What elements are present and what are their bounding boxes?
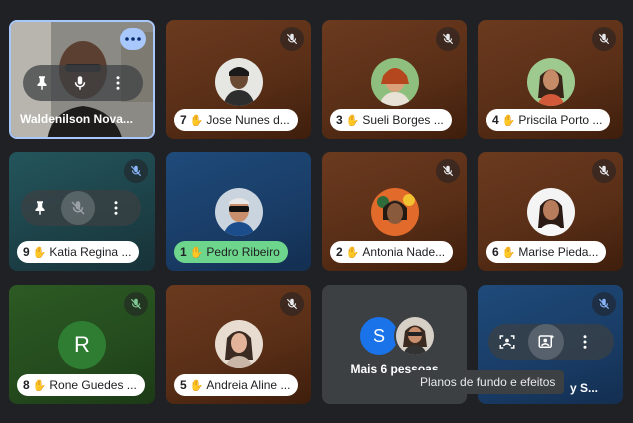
avatar: [526, 188, 575, 236]
name-label: 6 ✋ Marise Pieda...: [486, 241, 607, 263]
participant-name: Antonia Nade...: [362, 245, 446, 259]
participant-number: 9: [23, 245, 30, 259]
tile-pedro[interactable]: 1 ✋ Pedro Ribeiro: [166, 152, 311, 271]
mic-off-icon: [592, 292, 616, 316]
participant-name: Priscila Porto ...: [518, 113, 603, 127]
name-label: 5 ✋ Andreia Aline ...: [174, 374, 299, 396]
mic-off-icon: [280, 292, 304, 316]
name-label: 1 ✋ Pedro Ribeiro: [174, 241, 288, 263]
raised-hand-icon: ✋: [32, 379, 47, 392]
tile-self[interactable]: Waldenilson Nova...: [9, 20, 155, 139]
participant-name: Waldenilson Nova...: [20, 112, 133, 126]
participant-number: 3: [336, 113, 343, 127]
mic-off-icon: [124, 292, 148, 316]
participant-number: 7: [180, 113, 187, 127]
participant-name: Pedro Ribeiro: [206, 245, 280, 259]
name-label: 4 ✋ Priscila Porto ...: [486, 109, 611, 131]
tile-rone[interactable]: R 8 ✋ Rone Guedes ...: [9, 285, 155, 404]
raised-hand-icon: ✋: [345, 114, 360, 127]
participant-name: Andreia Aline ...: [206, 378, 291, 392]
raised-hand-icon: ✋: [501, 246, 516, 259]
name-label: 7 ✋ Jose Nunes d...: [174, 109, 298, 131]
participant-name: Jose Nunes d...: [206, 113, 290, 127]
tooltip: Planos de fundo e efeitos: [411, 370, 565, 394]
mic-off-icon: [124, 159, 148, 183]
avatar: [370, 58, 419, 106]
mute-participant-icon[interactable]: [61, 191, 95, 225]
tile-controls: [21, 190, 141, 226]
tile-katia[interactable]: 9 ✋ Katia Regina ...: [9, 152, 155, 271]
tile-andreia[interactable]: 5 ✋ Andreia Aline ...: [166, 285, 311, 404]
participant-name: Rone Guedes ...: [49, 378, 137, 392]
raised-hand-icon: ✋: [501, 114, 516, 127]
more-vert-icon[interactable]: [566, 324, 604, 360]
avatar: [394, 315, 436, 357]
name-label: 3 ✋ Sueli Borges ...: [330, 109, 452, 131]
avatar: [214, 320, 263, 368]
avatar: [370, 188, 419, 236]
tile-antonia[interactable]: 2 ✋ Antonia Nade...: [322, 152, 467, 271]
more-options-icon[interactable]: [120, 28, 146, 50]
participant-number: 1: [180, 245, 187, 259]
participant-number: 8: [23, 378, 30, 392]
participant-number: 2: [336, 245, 343, 259]
avatar: [526, 58, 575, 106]
more-vert-icon[interactable]: [99, 65, 137, 101]
avatar: [214, 188, 263, 236]
tile-jose[interactable]: 7 ✋ Jose Nunes d...: [166, 20, 311, 139]
name-label: 8 ✋ Rone Guedes ...: [17, 374, 145, 396]
more-vert-icon[interactable]: [97, 190, 135, 226]
self-tile-controls: [23, 65, 143, 101]
mic-off-icon: [592, 159, 616, 183]
participant-name: Sueli Borges ...: [362, 113, 444, 127]
participant-name: Katia Regina ...: [49, 245, 132, 259]
self-tile-controls: [488, 324, 614, 360]
mic-off-icon: [280, 27, 304, 51]
pin-icon[interactable]: [23, 65, 61, 101]
tile-marise[interactable]: 6 ✋ Marise Pieda...: [478, 152, 623, 271]
mic-off-icon: [436, 27, 460, 51]
avatar: [214, 58, 263, 106]
name-label: 9 ✋ Katia Regina ...: [17, 241, 140, 263]
tile-priscila[interactable]: 4 ✋ Priscila Porto ...: [478, 20, 623, 139]
backgrounds-effects-icon[interactable]: [528, 324, 564, 360]
avatar: R: [58, 321, 106, 369]
raised-hand-icon: ✋: [345, 246, 360, 259]
participant-number: 5: [180, 378, 187, 392]
mic-off-icon: [436, 159, 460, 183]
participant-name: Marise Pieda...: [518, 245, 599, 259]
raised-hand-icon: ✋: [189, 246, 204, 259]
pin-icon[interactable]: [21, 190, 59, 226]
participant-number: 6: [492, 245, 499, 259]
framing-icon[interactable]: [488, 324, 526, 360]
participant-number: 4: [492, 113, 499, 127]
raised-hand-icon: ✋: [189, 379, 204, 392]
microphone-icon[interactable]: [61, 65, 99, 101]
raised-hand-icon: ✋: [189, 114, 204, 127]
participant-name: y S...: [570, 381, 599, 395]
tile-sueli[interactable]: 3 ✋ Sueli Borges ...: [322, 20, 467, 139]
name-label: 2 ✋ Antonia Nade...: [330, 241, 454, 263]
raised-hand-icon: ✋: [32, 246, 47, 259]
mic-off-icon: [592, 27, 616, 51]
